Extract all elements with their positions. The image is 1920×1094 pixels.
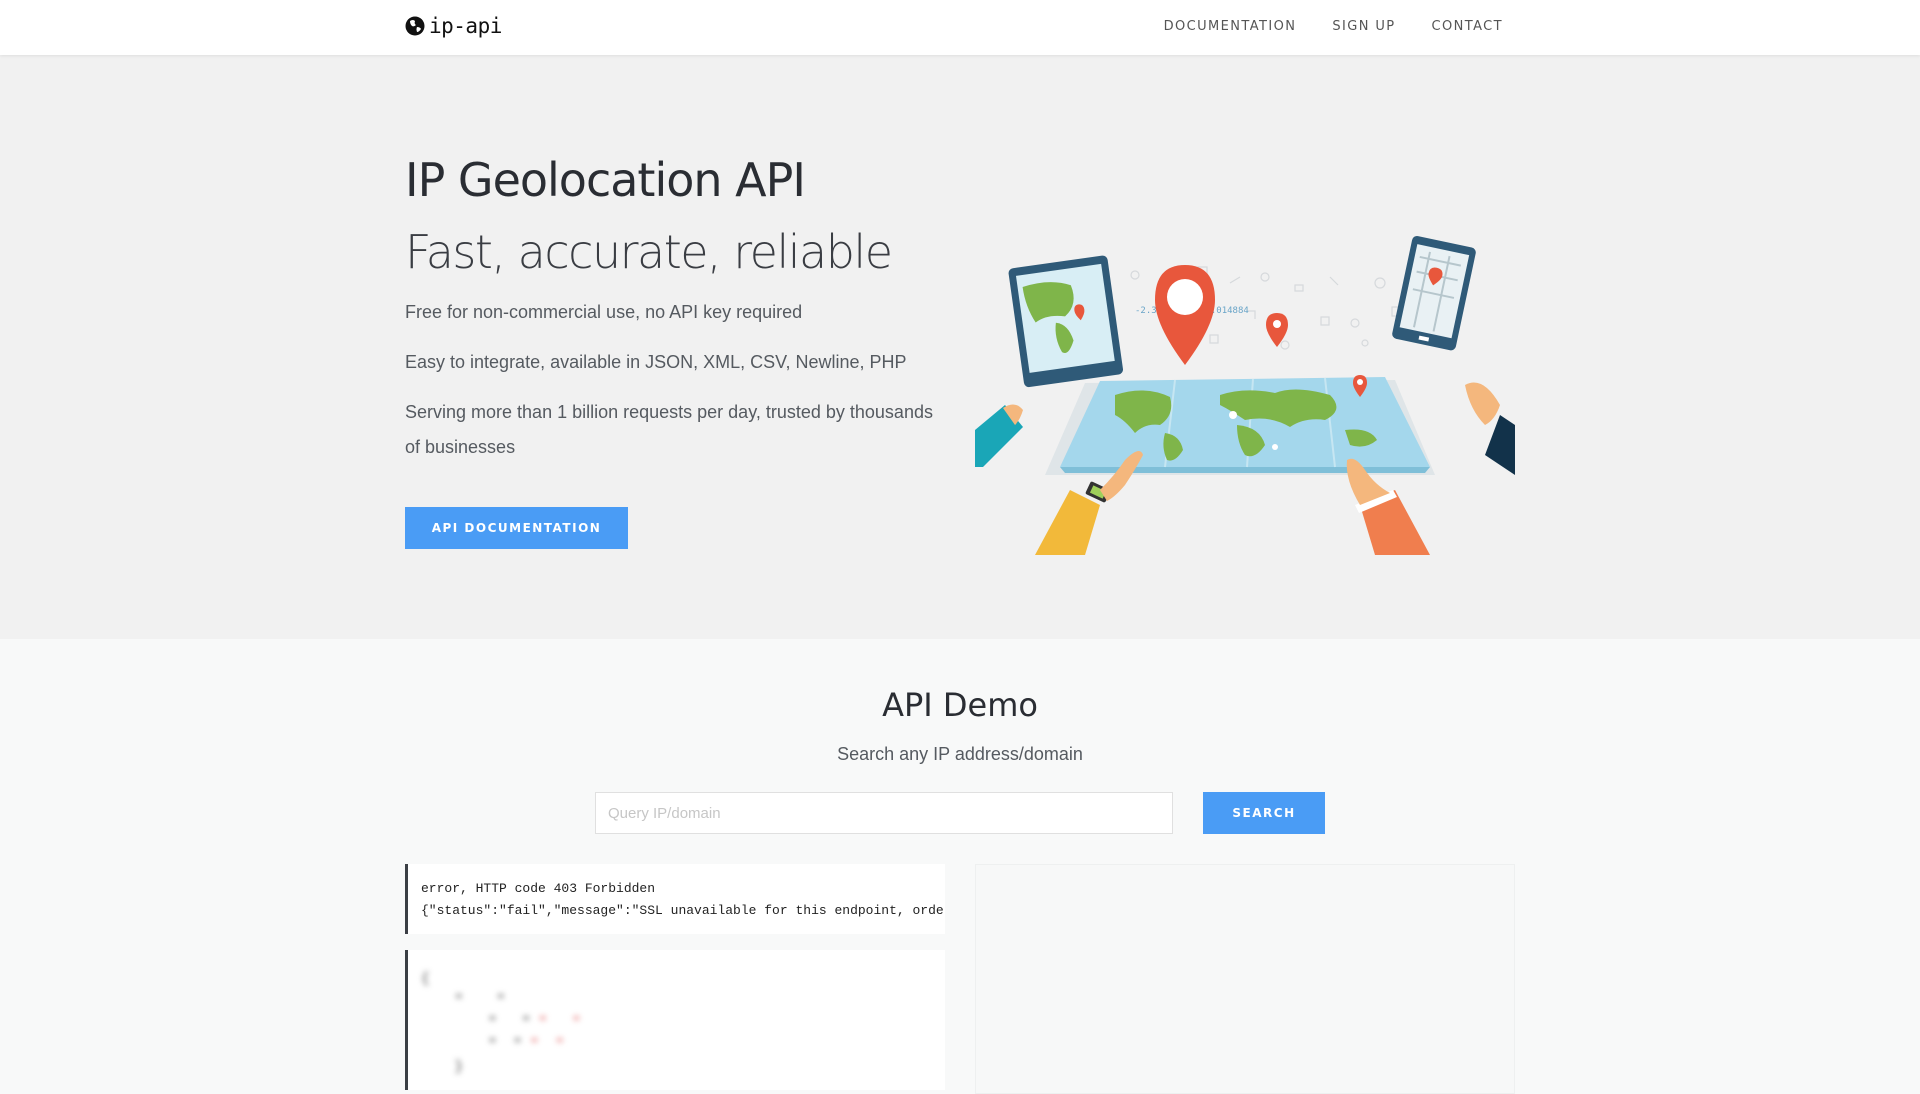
search-button[interactable]: SEARCH — [1203, 792, 1325, 834]
error-status-line: error, HTTP code 403 Forbidden — [421, 881, 656, 896]
world-map-illustration: -2.329799, -52.014884 — [975, 236, 1515, 555]
nav-contact-link[interactable]: CONTACT — [1432, 19, 1503, 34]
logo[interactable]: ip-api — [405, 14, 502, 38]
hero-title: IP Geolocation API — [405, 153, 806, 207]
hero-subtitle: Fast, accurate, reliable — [405, 225, 893, 279]
api-demo-subtitle: Search any IP address/domain — [837, 744, 1083, 764]
error-output: error, HTTP code 403 Forbidden {"status"… — [405, 864, 945, 934]
blurred-json-placeholder: { " " " " " " " " " " } — [421, 971, 581, 1075]
hero-feature-formats: Easy to integrate, available in JSON, XM… — [405, 352, 907, 372]
nav-links: DOCUMENTATION SIGN UP CONTACT — [1164, 19, 1503, 34]
logo-text: ip-api — [429, 14, 502, 38]
nav-signup-link[interactable]: SIGN UP — [1332, 19, 1395, 34]
hero-feature-free: Free for non-commercial use, no API key … — [405, 302, 803, 322]
map-panel — [975, 864, 1515, 1094]
top-navbar: ip-api DOCUMENTATION SIGN UP CONTACT — [0, 0, 1920, 55]
globe-icon — [405, 16, 425, 36]
nav-documentation-link[interactable]: DOCUMENTATION — [1164, 19, 1297, 34]
json-response-preview: { " " " " " " " " " " } — [405, 950, 945, 1090]
api-demo-title: API Demo — [882, 686, 1038, 724]
error-json-line: {"status":"fail","message":"SSL unavaila… — [421, 903, 945, 918]
hero-section: IP Geolocation API Fast, accurate, relia… — [0, 55, 1920, 639]
api-documentation-button[interactable]: API DOCUMENTATION — [405, 507, 628, 549]
hero-feature-scale: Serving more than 1 billion requests per… — [405, 402, 933, 457]
query-ip-input[interactable] — [595, 792, 1173, 834]
